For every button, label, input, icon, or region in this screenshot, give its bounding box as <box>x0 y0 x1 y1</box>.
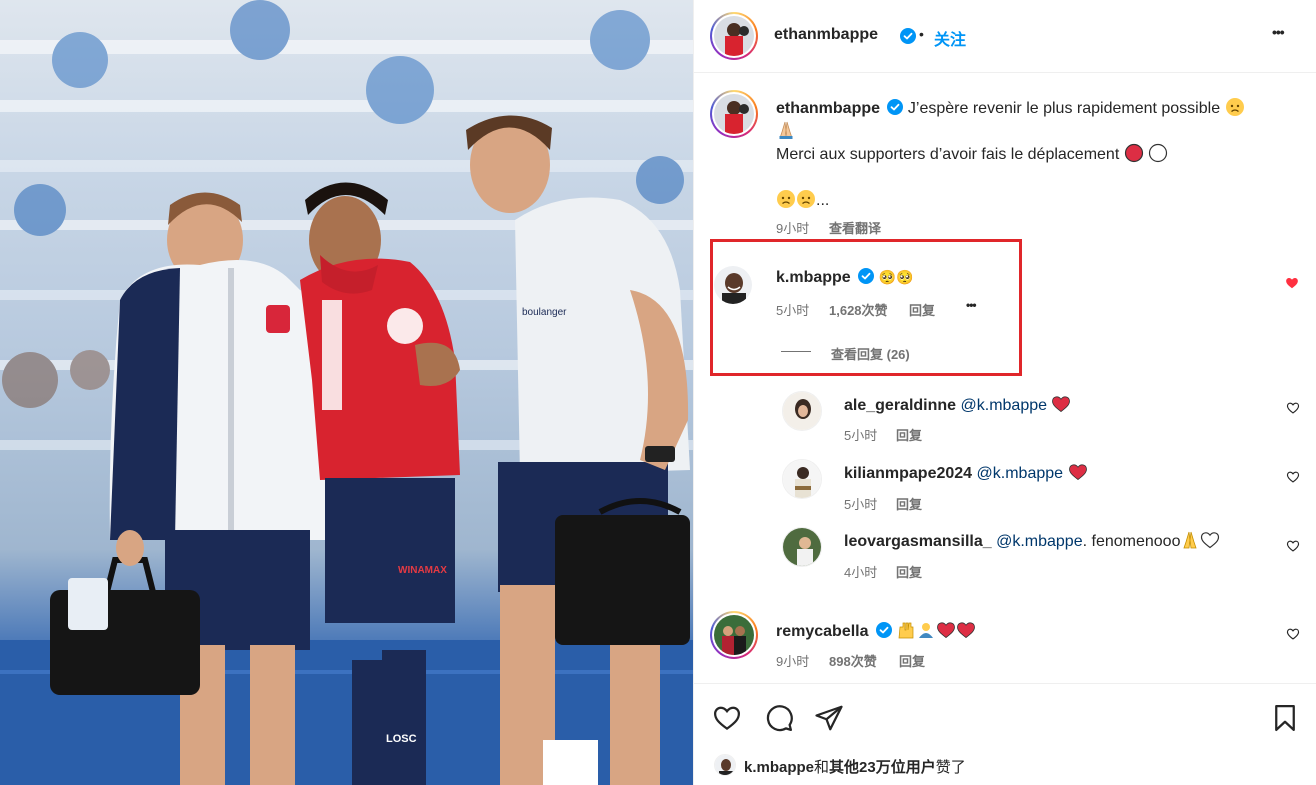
see-translation-link[interactable]: 查看翻译 <box>829 218 881 237</box>
post-detail-panel: ethanmbappe • 关注 ••• ethanmbappe J’espèr… <box>693 0 1316 785</box>
verified-badge-icon <box>887 99 904 115</box>
reply-reply-button[interactable]: 回复 <box>896 562 922 581</box>
caption-text: ethanmbappe J’espère revenir le plus rap… <box>776 97 1296 212</box>
comment-avatar-image <box>714 266 752 304</box>
reply-username[interactable]: ale_geraldinne <box>844 397 956 414</box>
disappointed-face-icon <box>777 190 795 208</box>
comment-reply-button[interactable]: 回复 <box>899 651 925 670</box>
comment-likes[interactable]: 1,628次赞 <box>829 300 888 319</box>
post-header: ethanmbappe • 关注 ••• <box>694 0 1316 73</box>
reply-reply-button[interactable]: 回复 <box>896 425 922 444</box>
red-heart-icon <box>1068 464 1087 481</box>
heart-icon[interactable] <box>1286 627 1300 641</box>
caption-line-2: Merci aux supporters d’avoir fais le dép… <box>776 146 1120 163</box>
reply-avatar[interactable] <box>782 459 822 499</box>
more-options-icon[interactable]: ••• <box>1272 24 1285 40</box>
reply-body: kilianmpape2024 @k.mbappe <box>844 462 1088 483</box>
caption-line-1: J’espère revenir le plus rapidement poss… <box>907 100 1221 117</box>
save-bookmark-icon[interactable] <box>1270 703 1300 733</box>
red-heart-icon <box>1052 396 1071 413</box>
like-heart-icon[interactable] <box>712 703 742 733</box>
comment-avatar[interactable] <box>714 266 752 304</box>
white-heart-icon <box>1201 532 1220 549</box>
comment-avatar-image <box>714 615 754 655</box>
red-heart-icon <box>937 622 956 639</box>
post-actions-bar: k.mbappe和其他23万位用户赞了 <box>694 683 1316 785</box>
comment-time[interactable]: 5小时 <box>776 300 809 319</box>
reply-mention[interactable]: @k.mbappe <box>996 533 1083 550</box>
reply-mention[interactable]: @k.mbappe <box>977 465 1064 482</box>
caption-author-avatar[interactable] <box>710 90 758 138</box>
shirt-sponsor-text: boulanger <box>522 307 567 318</box>
folded-hands-icon <box>1183 531 1198 549</box>
post-photo[interactable]: WINAMAX LOSC boulanger <box>0 0 693 785</box>
likes-summary-user[interactable]: k.mbappe <box>744 759 814 776</box>
comment-likes[interactable]: 898次赞 <box>829 651 877 670</box>
comment-avatar[interactable] <box>710 611 758 659</box>
reply-mention[interactable]: @k.mbappe <box>961 397 1048 414</box>
post-photo-illustration: WINAMAX LOSC boulanger <box>0 0 693 785</box>
reply-avatar-image <box>783 392 821 430</box>
heart-icon[interactable] <box>1286 401 1300 415</box>
comment-body: remycabella <box>776 620 976 641</box>
person-bowing-icon <box>919 623 934 638</box>
view-replies-link[interactable]: 查看回复 (26) <box>831 344 910 363</box>
likes-summary: k.mbappe和其他23万位用户赞了 <box>744 756 966 777</box>
reply-username[interactable]: leovargasmansilla_ <box>844 533 992 550</box>
reply-avatar-image <box>783 460 821 498</box>
reply-time[interactable]: 5小时 <box>844 425 877 444</box>
likes-summary-others[interactable]: 其他23万位用户 <box>829 759 936 776</box>
reply-body: leovargasmansilla_ @k.mbappe. fenomenooo <box>844 530 1220 551</box>
red-circle-icon <box>1124 143 1143 163</box>
comment-bubble-icon[interactable] <box>764 703 794 733</box>
disappointed-face-icon <box>1225 98 1244 116</box>
share-paper-plane-icon[interactable] <box>814 703 844 733</box>
comment-username[interactable]: remycabella <box>776 623 869 640</box>
disappointed-face-icon <box>797 190 815 208</box>
comment-reply-button[interactable]: 回复 <box>909 300 935 319</box>
comment-body: k.mbappe 🥺🥺 <box>776 268 913 287</box>
raising-hands-icon <box>899 622 914 639</box>
white-circle-icon <box>1149 143 1168 163</box>
reply-avatar[interactable] <box>782 527 822 567</box>
comment-more-icon[interactable]: ••• <box>966 298 977 312</box>
caption-avatar-image <box>714 94 754 134</box>
likes-summary-connector: 和 <box>814 759 830 776</box>
comment-username[interactable]: k.mbappe <box>776 269 851 286</box>
verified-badge-icon <box>875 622 892 638</box>
shorts-sponsor-text: WINAMAX <box>398 565 447 576</box>
reply-text: . fenomenooo <box>1082 533 1181 550</box>
view-replies-line <box>781 351 811 352</box>
comment-time[interactable]: 9小时 <box>776 651 809 670</box>
author-avatar[interactable] <box>710 12 758 60</box>
caption-line-3: ... <box>816 192 830 209</box>
red-heart-icon <box>957 622 976 639</box>
author-avatar-image <box>714 16 754 56</box>
reply-reply-button[interactable]: 回复 <box>896 494 922 513</box>
follow-button[interactable]: 关注 <box>934 26 966 50</box>
likes-summary-avatar-image <box>715 755 735 775</box>
caption-author-username[interactable]: ethanmbappe <box>776 100 880 117</box>
reply-time[interactable]: 4小时 <box>844 562 877 581</box>
comment-text: 🥺🥺 <box>878 269 914 285</box>
reply-body: ale_geraldinne @k.mbappe <box>844 394 1071 415</box>
heart-icon[interactable] <box>1286 539 1300 553</box>
author-username[interactable]: ethanmbappe <box>774 26 878 44</box>
reply-avatar[interactable] <box>782 391 822 431</box>
verified-badge-icon <box>858 268 875 284</box>
reply-time[interactable]: 5小时 <box>844 494 877 513</box>
header-dot-separator: • <box>919 26 924 42</box>
sock-text: LOSC <box>386 733 417 745</box>
liked-heart-icon[interactable] <box>1285 276 1299 290</box>
verified-badge-icon <box>900 28 916 44</box>
heart-icon[interactable] <box>1286 470 1300 484</box>
likes-summary-suffix: 赞了 <box>935 759 966 776</box>
likes-summary-avatar[interactable] <box>714 754 736 776</box>
caption-time[interactable]: 9小时 <box>776 218 809 237</box>
reply-username[interactable]: kilianmpape2024 <box>844 465 972 482</box>
reply-avatar-image <box>783 528 821 566</box>
folded-hands-icon <box>779 121 793 139</box>
